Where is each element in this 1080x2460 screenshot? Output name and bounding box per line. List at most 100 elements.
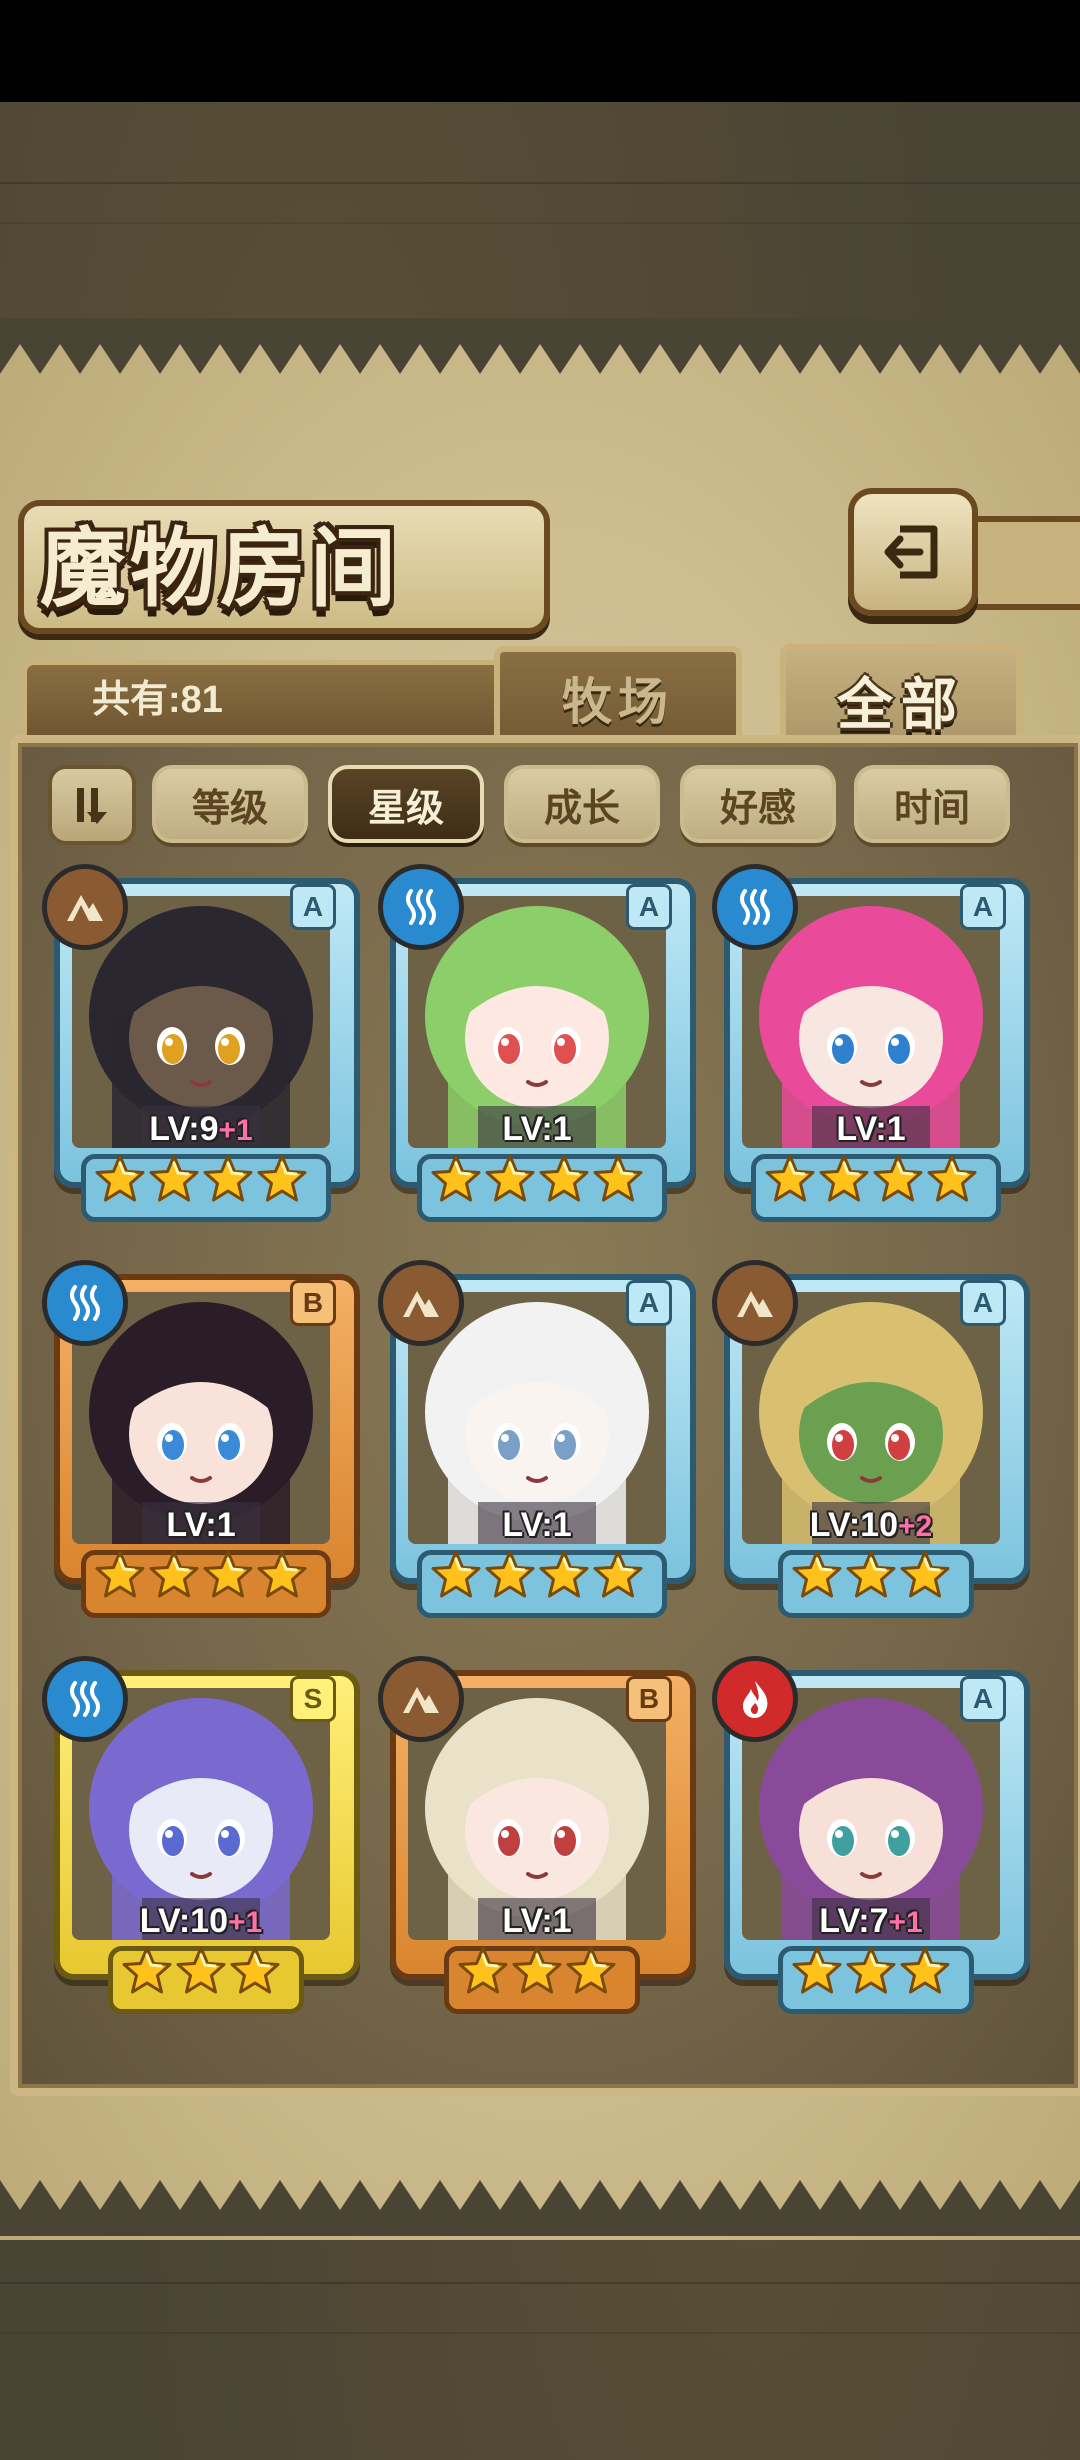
star-icon	[846, 1946, 896, 1994]
star-icon	[765, 1154, 815, 1202]
star-rating	[384, 1150, 690, 1212]
level-text: LV:1	[502, 1110, 572, 1148]
monster-card[interactable]: A LV:7+1	[712, 1656, 1030, 2014]
rank-badge: S	[290, 1676, 336, 1722]
rank-badge: A	[290, 884, 336, 930]
star-icon	[257, 1550, 307, 1598]
page-title: 魔物房间	[40, 518, 400, 619]
sort-order-icon	[77, 788, 107, 824]
star-icon	[900, 1946, 950, 1994]
monster-level: LV:1	[384, 1110, 690, 1149]
star-rating	[718, 1150, 1024, 1212]
star-icon	[485, 1550, 535, 1598]
monster-level: LV:1	[48, 1506, 354, 1545]
star-icon	[149, 1154, 199, 1202]
water-element-icon	[42, 1656, 128, 1742]
filter-time[interactable]: 时间	[854, 765, 1010, 843]
rank-badge: A	[960, 1280, 1006, 1326]
rank-badge: B	[626, 1676, 672, 1722]
rank-badge: A	[960, 1676, 1006, 1722]
level-text: LV:10	[809, 1506, 898, 1544]
level-text: LV:1	[836, 1110, 906, 1148]
star-icon	[846, 1550, 896, 1598]
star-rating	[384, 1546, 690, 1608]
tab-ranch[interactable]: 牧场	[494, 646, 742, 744]
earth-element-icon	[378, 1656, 464, 1742]
monster-level: LV:7+1	[718, 1902, 1024, 1941]
earth-element-icon	[712, 1260, 798, 1346]
star-icon	[539, 1154, 589, 1202]
level-text: LV:9	[149, 1110, 219, 1148]
monster-card[interactable]: B LV:1	[42, 1260, 360, 1618]
monster-level: LV:1	[718, 1110, 1024, 1149]
filter-level[interactable]: 等级	[152, 765, 308, 843]
star-icon	[512, 1946, 562, 1994]
parchment-bottom-edge	[0, 2180, 1080, 2236]
parchment-top-edge	[0, 318, 1080, 374]
star-icon	[458, 1946, 508, 1994]
water-element-icon	[378, 864, 464, 950]
star-icon	[149, 1550, 199, 1598]
filter-affection[interactable]: 好感	[680, 765, 836, 843]
star-icon	[539, 1550, 589, 1598]
filter-stars[interactable]: 星级	[328, 765, 484, 843]
monster-card[interactable]: A LV:1	[378, 1260, 696, 1618]
level-text: LV:7	[819, 1902, 889, 1940]
star-rating	[718, 1546, 1024, 1608]
level-bonus: +1	[888, 1906, 923, 1939]
earth-element-icon	[378, 1260, 464, 1346]
rank-badge: A	[626, 1280, 672, 1326]
star-icon	[485, 1154, 535, 1202]
star-icon	[203, 1550, 253, 1598]
level-bonus: +1	[227, 1906, 263, 1939]
monster-card[interactable]: A LV:9+1	[42, 864, 360, 1222]
star-rating	[384, 1942, 690, 2004]
star-icon	[566, 1946, 616, 1994]
star-icon	[431, 1550, 481, 1598]
star-icon	[95, 1550, 145, 1598]
monster-level: LV:10+1	[48, 1902, 354, 1941]
water-element-icon	[712, 864, 798, 950]
monster-card[interactable]: A LV:1	[712, 864, 1030, 1222]
water-element-icon	[42, 1260, 128, 1346]
back-arrow-icon	[884, 525, 938, 579]
game-screen: 魔物房间 共有:81 牧场 全部 等级 星级 成长 好感 时间 A LV:9+1 A…	[0, 0, 1080, 2460]
sort-order-toggle[interactable]	[48, 765, 136, 845]
level-text: LV:1	[502, 1902, 572, 1940]
star-icon	[431, 1154, 481, 1202]
monster-card[interactable]: A LV:1	[378, 864, 696, 1222]
star-icon	[122, 1946, 172, 1994]
total-count: 共有:81	[92, 679, 223, 721]
star-icon	[593, 1550, 643, 1598]
star-icon	[95, 1154, 145, 1202]
star-icon	[792, 1550, 842, 1598]
star-rating	[48, 1942, 354, 2004]
monster-level: LV:9+1	[48, 1110, 354, 1149]
monster-card[interactable]: B LV:1	[378, 1656, 696, 2014]
monster-card[interactable]: S LV:10+1	[42, 1656, 360, 2014]
star-icon	[900, 1550, 950, 1598]
level-bonus: +1	[218, 1114, 253, 1147]
monster-level: LV:1	[384, 1902, 690, 1941]
level-text: LV:1	[166, 1506, 236, 1544]
status-bar	[0, 0, 1080, 102]
star-icon	[176, 1946, 226, 1994]
filter-growth[interactable]: 成长	[504, 765, 660, 843]
star-icon	[792, 1946, 842, 1994]
rank-badge: A	[626, 884, 672, 930]
monster-level: LV:10+2	[718, 1506, 1024, 1545]
earth-element-icon	[42, 864, 128, 950]
star-icon	[257, 1154, 307, 1202]
star-icon	[873, 1154, 923, 1202]
star-icon	[819, 1154, 869, 1202]
star-rating	[48, 1546, 354, 1608]
star-icon	[203, 1154, 253, 1202]
back-button-tail	[960, 516, 1080, 610]
level-text: LV:10	[139, 1902, 228, 1940]
rank-badge: A	[960, 884, 1006, 930]
star-icon	[927, 1154, 977, 1202]
star-icon	[230, 1946, 280, 1994]
monster-card[interactable]: A LV:10+2	[712, 1260, 1030, 1618]
back-button[interactable]	[848, 488, 978, 616]
star-rating	[48, 1150, 354, 1212]
